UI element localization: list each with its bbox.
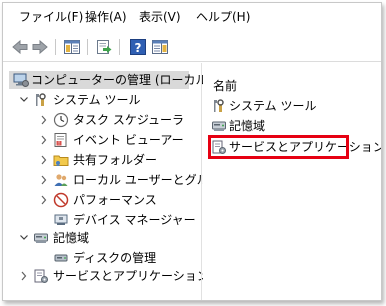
event-viewer-icon: !: [54, 133, 67, 147]
pane-divider[interactable]: [201, 63, 202, 300]
toolbar-separator: [119, 39, 120, 55]
chevron-right-icon[interactable]: [39, 191, 49, 209]
toolbar: ?: [3, 33, 381, 62]
navigation-tree: コンピューターの管理 (ローカル) システム ツール タスク スケジューラ ! …: [9, 67, 232, 295]
back-arrow-icon[interactable]: [11, 38, 29, 56]
svg-text:?: ?: [135, 41, 142, 55]
computer-management-window: ファイル(F) 操作(A) 表示(V) ヘルプ(H) ? コンピューターの管理 …: [2, 2, 382, 301]
tree-item-computer-management[interactable]: コンピューターの管理 (ローカル): [9, 71, 212, 89]
users-icon: [54, 174, 68, 186]
tree-item-label: 記憶域: [53, 231, 90, 245]
storage-icon: [34, 233, 48, 243]
disk-management-icon: [54, 254, 68, 262]
forward-arrow-icon[interactable]: [31, 38, 49, 56]
tree-item-task-scheduler[interactable]: タスク スケジューラ: [9, 111, 189, 129]
shared-folder-icon: [53, 155, 69, 166]
chevron-right-icon[interactable]: [39, 171, 49, 189]
tree-item-event-viewer[interactable]: ! イベント ビューアー: [9, 131, 189, 149]
tree-item-storage[interactable]: 記憶域: [9, 229, 189, 247]
tree-item-label: イベント ビューアー: [73, 133, 184, 147]
list-item-label: システム ツール: [229, 99, 317, 113]
highlight-box: [208, 135, 349, 159]
tree-item-services-applications[interactable]: サービスとアプリケーション: [9, 267, 209, 285]
system-tools-icon: [214, 99, 224, 112]
tree-item-label: デバイス マネージャー: [73, 213, 196, 227]
list-item-label: 記憶域: [229, 119, 266, 133]
export-list-icon[interactable]: [95, 38, 113, 56]
tree-item-label: サービスとアプリケーション: [53, 269, 209, 283]
clock-icon: [53, 112, 69, 128]
tree-item-device-manager[interactable]: デバイス マネージャー: [9, 211, 196, 229]
tree-item-label: コンピューターの管理 (ローカル): [31, 73, 213, 87]
tree-item-label: システム ツール: [53, 93, 141, 107]
help-icon[interactable]: ?: [129, 38, 147, 56]
menu-help[interactable]: ヘルプ(H): [196, 9, 250, 25]
services-applications-icon: [34, 269, 48, 283]
tree-item-local-users-groups[interactable]: ローカル ユーザーとグループ: [9, 171, 232, 189]
tree-item-disk-management[interactable]: ディスクの管理: [9, 249, 189, 267]
device-manager-icon: [54, 214, 68, 225]
chevron-down-icon[interactable]: [19, 229, 29, 247]
storage-icon: [212, 121, 226, 131]
details-pane: 名前 システム ツール 記憶域 サービスとアプリケーション: [203, 67, 381, 295]
chevron-right-icon[interactable]: [19, 267, 29, 285]
performance-icon: [53, 192, 69, 208]
console-tree-icon[interactable]: [63, 38, 81, 56]
chevron-down-icon[interactable]: [19, 91, 29, 109]
name-column-header[interactable]: 名前: [213, 77, 237, 94]
menu-view[interactable]: 表示(V): [139, 9, 181, 25]
tree-item-label: 共有フォルダー: [73, 153, 158, 167]
menu-action[interactable]: 操作(A): [85, 9, 127, 25]
svg-text:!: !: [58, 141, 60, 147]
menu-bar: ファイル(F) 操作(A) 表示(V) ヘルプ(H): [3, 3, 381, 30]
show-hide-action-pane-icon[interactable]: [151, 38, 169, 56]
tree-item-label: タスク スケジューラ: [73, 113, 184, 127]
computer-management-icon: [13, 73, 29, 87]
tree-item-label: ディスクの管理: [73, 251, 157, 265]
chevron-right-icon[interactable]: [39, 131, 49, 149]
menu-file[interactable]: ファイル(F): [19, 9, 83, 25]
system-tools-icon: [36, 93, 46, 106]
tree-item-performance[interactable]: パフォーマンス: [9, 191, 189, 209]
chevron-right-icon[interactable]: [39, 151, 49, 169]
tree-item-label: パフォーマンス: [73, 193, 157, 207]
tree-item-system-tools[interactable]: システム ツール: [9, 91, 189, 109]
tree-item-shared-folders[interactable]: 共有フォルダー: [9, 151, 189, 169]
toolbar-separator: [55, 39, 56, 55]
chevron-right-icon[interactable]: [39, 111, 49, 129]
toolbar-separator: [87, 39, 88, 55]
